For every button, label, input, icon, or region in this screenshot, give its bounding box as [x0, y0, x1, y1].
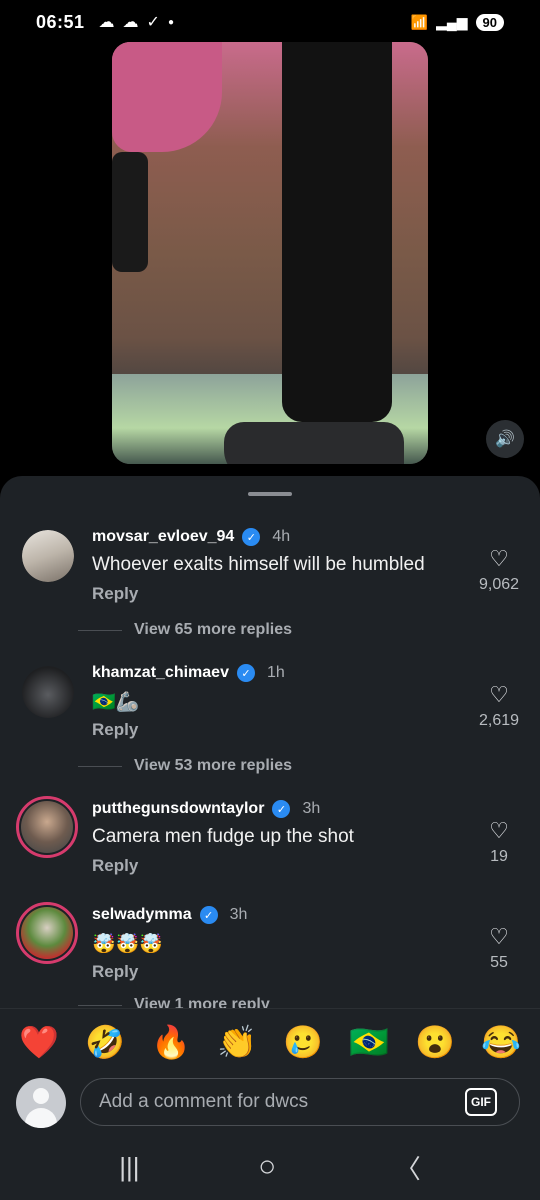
emoji-fire[interactable]: 🔥 [149, 1023, 193, 1061]
timestamp: 4h [272, 528, 291, 545]
heart-icon: ♡ [489, 546, 509, 571]
wifi-icon: 📶 [410, 13, 429, 30]
reply-divider [78, 765, 122, 767]
like-count: 19 [490, 848, 508, 865]
system-nav-bar: ||| ○ 〈 [0, 1134, 540, 1200]
video-shoe-shape [224, 422, 404, 464]
heart-icon: ♡ [489, 818, 509, 843]
comment-text: 🇧🇷🦾 [92, 692, 140, 713]
emoji-rofl[interactable]: 🤣 [83, 1023, 127, 1061]
avatar-image [22, 530, 74, 582]
view-more-replies[interactable]: View 53 more replies [78, 757, 292, 775]
avatar[interactable] [16, 796, 78, 858]
my-avatar [16, 1078, 66, 1128]
comment-input[interactable] [80, 1078, 520, 1126]
avatar[interactable] [22, 666, 74, 718]
emoji-clap[interactable]: 👏 [215, 1023, 259, 1061]
avatar[interactable] [22, 530, 74, 582]
view-more-replies-label: View 65 more replies [134, 621, 293, 638]
emoji-joy[interactable]: 😂 [479, 1023, 523, 1061]
emoji-reaction-bar: ❤️ 🤣 🔥 👏 🥲 🇧🇷 😮 😂 [0, 1008, 540, 1074]
video-glove-shape [112, 152, 148, 272]
view-more-replies[interactable]: View 65 more replies [78, 621, 292, 639]
reply-button[interactable]: Reply [92, 720, 138, 740]
status-left-icons: ☁ ☁ ✓ ● [99, 12, 174, 32]
verified-icon: ✓ [272, 800, 291, 818]
status-bar: 06:51 ☁ ☁ ✓ ● 📶 ▂▄▆ 90 [0, 0, 540, 44]
check-icon: ✓ [146, 14, 160, 31]
gif-button[interactable]: GIF [465, 1088, 497, 1116]
comment-header: selwadymma ✓ 3h [92, 906, 247, 924]
like-button[interactable]: ♡ 55 [474, 924, 524, 972]
verified-icon: ✓ [199, 906, 218, 924]
like-button[interactable]: ♡ 19 [474, 818, 524, 866]
reply-divider [78, 629, 122, 631]
avatar-image [21, 801, 73, 853]
status-time: 06:51 [36, 11, 85, 32]
dot-icon: ● [167, 16, 174, 28]
username[interactable]: khamzat_chimaev [92, 664, 229, 682]
status-right-icons: 📶 ▂▄▆ 90 [410, 13, 504, 31]
reply-divider [78, 1004, 122, 1006]
reply-button[interactable]: Reply [92, 856, 138, 876]
video-shorts-shape [112, 42, 222, 152]
speaker-icon: 🔊 [495, 431, 515, 448]
username[interactable]: putthegunsdowntaylor [92, 800, 264, 818]
reel-video[interactable] [112, 42, 428, 464]
emoji-heart[interactable]: ❤️ [17, 1023, 61, 1061]
emoji-tear[interactable]: 🥲 [281, 1023, 325, 1061]
comment-text: 🤯🤯🤯 [92, 934, 163, 955]
username[interactable]: selwadymma [92, 906, 192, 924]
cloud-icon: ☁ [122, 14, 139, 31]
volume-button[interactable]: 🔊 [486, 420, 524, 458]
avatar-image [21, 907, 73, 959]
comment-header: putthegunsdowntaylor ✓ 3h [92, 800, 320, 818]
avatar-body-shape [25, 1108, 57, 1128]
like-button[interactable]: ♡ 2,619 [474, 682, 524, 730]
recents-icon[interactable]: ||| [119, 1152, 139, 1183]
reply-button[interactable]: Reply [92, 584, 138, 604]
avatar-image [22, 666, 74, 718]
battery-icon: 90 [475, 13, 504, 31]
timestamp: 3h [229, 906, 248, 923]
sheet-drag-handle[interactable] [248, 492, 292, 496]
username[interactable]: movsar_evloev_94 [92, 528, 234, 546]
comment-text: Whoever exalts himself will be humbled [92, 554, 425, 575]
heart-icon: ♡ [489, 924, 509, 949]
comment-header: movsar_evloev_94 ✓ 4h [92, 528, 290, 546]
comment-text: Camera men fudge up the shot [92, 826, 354, 847]
verified-icon: ✓ [242, 528, 261, 546]
avatar-head-shape [33, 1088, 49, 1104]
avatar[interactable] [16, 902, 78, 964]
verified-icon: ✓ [236, 664, 255, 682]
video-leg-shape [282, 42, 392, 422]
timestamp: 3h [302, 800, 321, 817]
like-count: 55 [490, 954, 508, 971]
like-button[interactable]: ♡ 9,062 [474, 546, 524, 594]
like-count: 2,619 [478, 712, 520, 729]
emoji-surprised[interactable]: 😮 [413, 1023, 457, 1061]
like-count: 9,062 [478, 576, 520, 593]
home-icon[interactable]: ○ [258, 1150, 276, 1184]
back-icon[interactable]: 〈 [395, 1149, 421, 1186]
comment-header: khamzat_chimaev ✓ 1h [92, 664, 285, 682]
signal-icon: ▂▄▆ [436, 13, 468, 30]
video-frame [112, 42, 428, 464]
reply-button[interactable]: Reply [92, 962, 138, 982]
cloud-icon: ☁ [98, 14, 115, 31]
emoji-brazil-flag[interactable]: 🇧🇷 [347, 1023, 391, 1061]
heart-icon: ♡ [489, 682, 509, 707]
view-more-replies-label: View 53 more replies [134, 757, 293, 774]
timestamp: 1h [266, 664, 285, 681]
comment-input-row: GIF [0, 1074, 540, 1134]
